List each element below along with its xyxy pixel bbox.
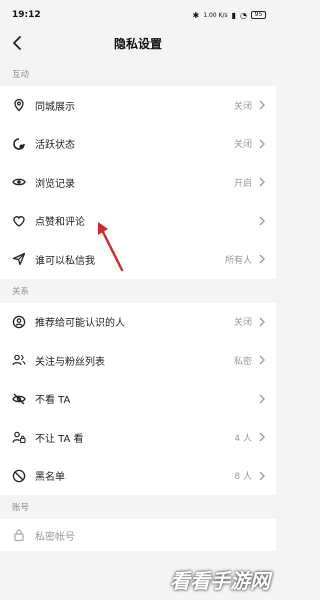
setting-row-blacklist[interactable]: 黑名单 8 人 bbox=[0, 456, 276, 495]
section-title-interaction: 互动 bbox=[0, 64, 276, 86]
account-group: 私密帐号 bbox=[0, 519, 276, 551]
section-title-account: 账号 bbox=[0, 497, 276, 519]
section-title-relationship: 关系 bbox=[0, 280, 276, 303]
activity-status-icon bbox=[13, 137, 25, 150]
location-pin-icon bbox=[14, 99, 24, 112]
setting-row-active-status[interactable]: 活跃状态 关闭 bbox=[0, 124, 276, 163]
setting-value: 关闭 bbox=[233, 140, 252, 151]
setting-row-who-can-message[interactable]: 谁可以私信我 所有人 bbox=[0, 240, 276, 279]
eye-icon bbox=[12, 178, 26, 186]
user-circle-icon bbox=[12, 315, 26, 328]
user-lock-icon bbox=[12, 431, 26, 444]
setting-value: 所有人 bbox=[224, 255, 252, 266]
chevron-right-icon bbox=[259, 355, 265, 365]
heart-icon bbox=[13, 215, 25, 227]
chevron-right-icon bbox=[259, 216, 265, 226]
setting-row-dont-see-them[interactable]: 不看 TA bbox=[0, 379, 276, 418]
setting-label: 同城展示 bbox=[35, 101, 75, 113]
wifi-icon: ◔ bbox=[240, 10, 247, 20]
setting-label: 黑名单 bbox=[35, 472, 65, 484]
chevron-right-icon bbox=[259, 432, 265, 442]
lock-icon bbox=[14, 529, 24, 542]
setting-value: 私密 bbox=[233, 356, 252, 367]
setting-value: 8 人 bbox=[234, 472, 252, 483]
chevron-right-icon bbox=[259, 254, 265, 264]
setting-row-likes-comments[interactable]: 点赞和评论 bbox=[0, 201, 276, 240]
setting-label: 私密帐号 bbox=[35, 531, 75, 543]
page-title: 隐私设置 bbox=[113, 36, 162, 51]
send-icon bbox=[12, 253, 26, 266]
interaction-group: 同城展示 关闭 活跃状态 关闭 浏览记录 开启 点赞和评论 谁可以私信我 所有人 bbox=[0, 86, 276, 279]
setting-label: 推荐给可能认识的人 bbox=[35, 318, 125, 330]
setting-row-following-followers[interactable]: 关注与粉丝列表 私密 bbox=[0, 341, 276, 380]
chevron-right-icon bbox=[259, 139, 265, 149]
setting-label: 不看 TA bbox=[35, 395, 71, 407]
setting-label: 点赞和评论 bbox=[35, 217, 85, 229]
setting-value: 开启 bbox=[233, 178, 252, 189]
setting-value: 关闭 bbox=[233, 318, 252, 329]
setting-label: 浏览记录 bbox=[35, 178, 75, 190]
setting-label: 活跃状态 bbox=[35, 140, 75, 152]
battery-icon: 95 bbox=[251, 11, 266, 19]
setting-value: 4 人 bbox=[234, 433, 252, 444]
setting-row-hide-from-them[interactable]: 不让 TA 看 4 人 bbox=[0, 418, 276, 457]
status-icons: ✱ 1.00 K/s ▮ ◔ 95 bbox=[193, 11, 266, 20]
chevron-right-icon bbox=[259, 177, 265, 187]
eye-off-icon bbox=[12, 393, 26, 405]
bluetooth-icon: ✱ bbox=[192, 10, 200, 20]
chevron-right-icon bbox=[259, 471, 265, 481]
relationship-group: 推荐给可能认识的人 关闭 关注与粉丝列表 私密 不看 TA 不让 TA 看 4 … bbox=[0, 302, 276, 495]
watermark: 看看手游网 bbox=[170, 569, 270, 593]
setting-row-nearby-display[interactable]: 同城展示 关闭 bbox=[0, 86, 276, 125]
chevron-right-icon bbox=[259, 317, 265, 327]
chevron-right-icon bbox=[259, 100, 265, 110]
status-time: 19:12 bbox=[12, 10, 41, 20]
back-arrow-icon[interactable] bbox=[8, 32, 28, 54]
battery-level: 95 bbox=[254, 11, 263, 18]
setting-label: 不让 TA 看 bbox=[35, 433, 84, 445]
setting-value: 关闭 bbox=[233, 101, 252, 112]
users-icon bbox=[12, 354, 26, 366]
annotation-arrow-icon bbox=[98, 222, 124, 272]
chevron-right-icon bbox=[259, 394, 265, 404]
setting-row-private-account[interactable]: 私密帐号 bbox=[0, 519, 276, 551]
status-bar: 19:12 ✱ 1.00 K/s ▮ ◔ 95 bbox=[0, 0, 276, 30]
nav-bar: 隐私设置 bbox=[0, 30, 276, 56]
signal-icon: ▮ bbox=[231, 10, 237, 20]
block-icon bbox=[12, 469, 26, 482]
setting-label: 关注与粉丝列表 bbox=[35, 356, 105, 368]
setting-row-browse-history[interactable]: 浏览记录 开启 bbox=[0, 163, 276, 202]
setting-row-recommend-to-acquaintances[interactable]: 推荐给可能认识的人 关闭 bbox=[0, 302, 276, 341]
net-speed: 1.00 K/s bbox=[203, 11, 228, 19]
